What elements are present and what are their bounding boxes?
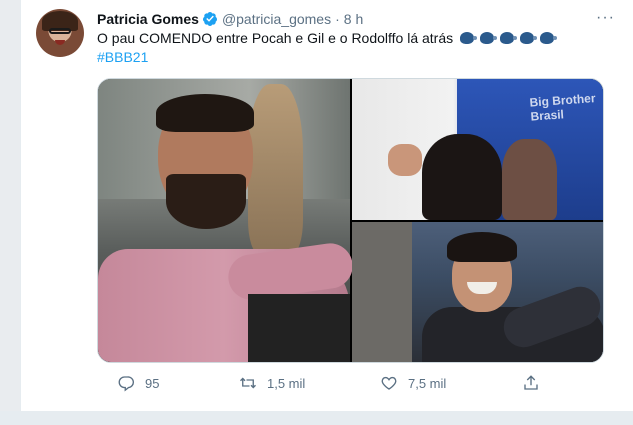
reply-button[interactable]: 95: [117, 374, 159, 392]
timeline-divider: [0, 411, 633, 425]
speaking-head-icon: [539, 32, 557, 44]
photo-logo: Big Brother Brasil: [529, 91, 596, 124]
like-button[interactable]: 7,5 mil: [380, 374, 446, 392]
avatar[interactable]: [36, 9, 84, 57]
media-photo-2[interactable]: Big Brother Brasil: [352, 79, 603, 220]
hashtag-link[interactable]: #BBB21: [97, 48, 617, 67]
author-name[interactable]: Patricia Gomes: [97, 11, 199, 27]
emoji-group: [460, 29, 557, 48]
tweet-text: O pau COMENDO entre Pocah e Gil e o Rodo…: [97, 29, 617, 67]
photo-person-hair: [447, 232, 517, 262]
speaking-head-icon: [519, 32, 537, 44]
tweet-actions: 95 1,5 mil 7,5 mil: [97, 374, 547, 394]
photo-shadow: [248, 294, 350, 362]
photo-person-hair: [248, 84, 303, 254]
heart-icon: [381, 376, 397, 390]
retweet-icon: [240, 377, 256, 389]
share-icon: [524, 375, 538, 390]
separator-dot: ·: [335, 11, 340, 27]
speaking-head-icon: [479, 32, 497, 44]
tweet-card[interactable]: Patricia Gomes @patricia_gomes · 8 h ···…: [20, 0, 633, 411]
speaking-head-icon: [499, 32, 517, 44]
more-options-icon[interactable]: ···: [596, 9, 615, 27]
tweet-timestamp[interactable]: 8 h: [344, 11, 363, 27]
share-button[interactable]: [522, 374, 550, 392]
retweet-button[interactable]: 1,5 mil: [239, 374, 305, 392]
photo-person-beard: [166, 174, 246, 229]
avatar-glasses: [49, 28, 71, 34]
tweet-header: Patricia Gomes @patricia_gomes · 8 h: [97, 10, 363, 28]
reply-count: 95: [145, 375, 160, 391]
photo-blur: [352, 222, 412, 362]
media-grid: Big Brother Brasil: [97, 78, 604, 363]
like-count: 7,5 mil: [408, 375, 447, 391]
avatar-mouth: [55, 40, 65, 45]
photo-hand: [388, 144, 422, 176]
media-photo-3[interactable]: [352, 222, 603, 362]
speaking-head-icon: [460, 32, 478, 44]
media-photo-1[interactable]: [98, 79, 356, 362]
author-handle[interactable]: @patricia_gomes: [222, 11, 331, 27]
verified-badge-icon: [202, 12, 217, 26]
photo-person: [502, 139, 557, 220]
tweet-text-line: O pau COMENDO entre Pocah e Gil e o Rodo…: [97, 29, 617, 48]
retweet-count: 1,5 mil: [267, 375, 306, 391]
photo-person-hair-dark: [156, 94, 254, 132]
tweet-text-body: O pau COMENDO entre Pocah e Gil e o Rodo…: [97, 30, 454, 46]
photo-person-hair: [422, 134, 502, 220]
reply-icon: [118, 376, 135, 392]
